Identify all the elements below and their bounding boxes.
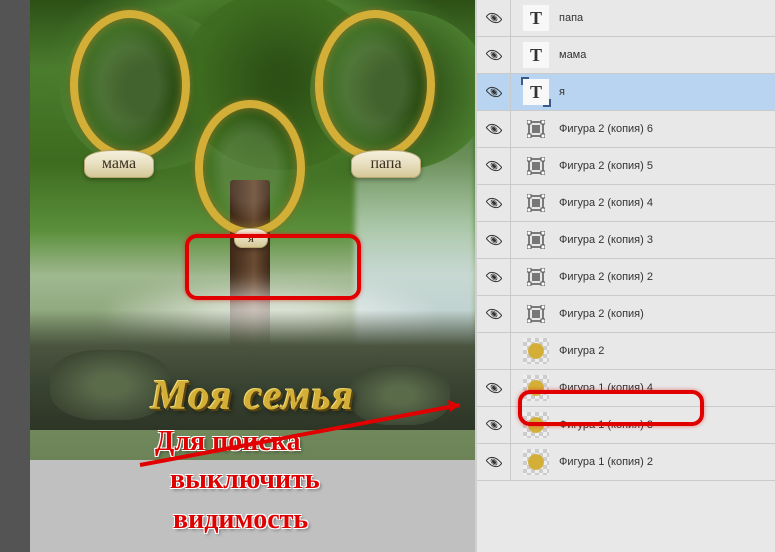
ribbon-mama[interactable]: мама bbox=[84, 150, 154, 178]
layer-thumbnail[interactable] bbox=[523, 301, 549, 327]
photo-frame-mama[interactable] bbox=[70, 10, 190, 160]
image-thumb-icon bbox=[523, 449, 549, 475]
document-canvas[interactable]: мама папа я Моя семья bbox=[30, 0, 475, 460]
layer-visibility-toggle[interactable] bbox=[477, 111, 511, 147]
shape-icon bbox=[527, 120, 545, 138]
layer-visibility-toggle[interactable] bbox=[477, 185, 511, 221]
layer-name-label[interactable]: Фигура 2 (копия) 6 bbox=[559, 123, 653, 135]
layer-row-5[interactable]: Фигура 2 (копия) 4 bbox=[477, 185, 775, 222]
layer-name-label[interactable]: Фигура 2 (копия) 4 bbox=[559, 197, 653, 209]
annotation-highlight-layer bbox=[518, 390, 704, 426]
layer-visibility-toggle[interactable] bbox=[477, 0, 511, 36]
canvas-area[interactable]: мама папа я Моя семья Для поиска выключи… bbox=[0, 0, 475, 552]
photo-frame-papa[interactable] bbox=[315, 10, 435, 160]
layer-name-label[interactable]: Фигура 2 (копия) 2 bbox=[559, 271, 653, 283]
layers-panel[interactable]: TпапаTмамаTяФигура 2 (копия) 6Фигура 2 (… bbox=[475, 0, 775, 552]
layer-thumbnail[interactable] bbox=[523, 338, 549, 364]
eye-icon bbox=[485, 380, 502, 397]
layer-row-2[interactable]: Tя bbox=[477, 74, 775, 111]
shape-icon bbox=[527, 268, 545, 286]
shape-icon bbox=[527, 231, 545, 249]
eye-icon bbox=[485, 158, 502, 175]
layer-name-label[interactable]: папа bbox=[559, 12, 583, 24]
shape-icon bbox=[527, 194, 545, 212]
layer-thumbnail[interactable] bbox=[523, 264, 549, 290]
layer-visibility-toggle[interactable] bbox=[477, 333, 511, 369]
layer-name-label[interactable]: Фигура 2 (копия) 3 bbox=[559, 234, 653, 246]
layer-visibility-toggle[interactable] bbox=[477, 444, 511, 480]
layer-visibility-toggle[interactable] bbox=[477, 148, 511, 184]
image-thumb-icon bbox=[523, 338, 549, 364]
layer-row-12[interactable]: Фигура 1 (копия) 2 bbox=[477, 444, 775, 481]
layer-row-4[interactable]: Фигура 2 (копия) 5 bbox=[477, 148, 775, 185]
eye-icon bbox=[485, 10, 502, 27]
layer-thumbnail[interactable] bbox=[523, 449, 549, 475]
ribbon-papa[interactable]: папа bbox=[351, 150, 421, 178]
eye-icon bbox=[485, 84, 502, 101]
annotation-line-3: видимость bbox=[173, 502, 308, 538]
eye-icon bbox=[485, 306, 502, 323]
layer-row-6[interactable]: Фигура 2 (копия) 3 bbox=[477, 222, 775, 259]
eye-icon bbox=[485, 47, 502, 64]
layer-visibility-toggle[interactable] bbox=[477, 407, 511, 443]
annotation-highlight-canvas bbox=[185, 234, 361, 300]
layer-row-1[interactable]: Tмама bbox=[477, 37, 775, 74]
photo-frame-ya[interactable] bbox=[195, 100, 305, 236]
layer-row-8[interactable]: Фигура 2 (копия) bbox=[477, 296, 775, 333]
layer-row-0[interactable]: Tпапа bbox=[477, 0, 775, 37]
annotation-arrow bbox=[140, 400, 475, 402]
layer-visibility-toggle[interactable] bbox=[477, 222, 511, 258]
layer-thumbnail[interactable] bbox=[523, 190, 549, 216]
eye-icon bbox=[485, 121, 502, 138]
layer-row-7[interactable]: Фигура 2 (копия) 2 bbox=[477, 259, 775, 296]
layer-row-9[interactable]: Фигура 2 bbox=[477, 333, 775, 370]
layer-visibility-toggle[interactable] bbox=[477, 74, 511, 110]
layer-thumbnail[interactable] bbox=[523, 116, 549, 142]
layer-name-label[interactable]: я bbox=[559, 86, 565, 98]
eye-icon bbox=[485, 269, 502, 286]
layer-name-label[interactable]: Фигура 2 (копия) bbox=[559, 308, 644, 320]
layer-name-label[interactable]: Фигура 2 (копия) 5 bbox=[559, 160, 653, 172]
eye-icon bbox=[485, 195, 502, 212]
eye-icon bbox=[485, 232, 502, 249]
layer-name-label[interactable]: Фигура 1 (копия) 2 bbox=[559, 456, 653, 468]
annotation-line-2: выключить bbox=[170, 462, 320, 498]
layer-thumbnail[interactable] bbox=[523, 153, 549, 179]
eye-icon bbox=[485, 454, 502, 471]
layer-name-label[interactable]: Фигура 2 bbox=[559, 345, 604, 357]
layer-visibility-toggle[interactable] bbox=[477, 259, 511, 295]
layer-visibility-toggle[interactable] bbox=[477, 37, 511, 73]
layer-thumbnail[interactable]: T bbox=[523, 42, 549, 68]
layer-thumbnail[interactable]: T bbox=[523, 5, 549, 31]
layer-row-3[interactable]: Фигура 2 (копия) 6 bbox=[477, 111, 775, 148]
layer-visibility-toggle[interactable] bbox=[477, 296, 511, 332]
layer-visibility-toggle[interactable] bbox=[477, 370, 511, 406]
shape-icon bbox=[527, 305, 545, 323]
eye-icon bbox=[485, 417, 502, 434]
layer-thumbnail[interactable] bbox=[523, 227, 549, 253]
shape-icon bbox=[527, 157, 545, 175]
layer-name-label[interactable]: мама bbox=[559, 49, 586, 61]
layer-thumbnail[interactable]: T bbox=[523, 79, 549, 105]
canvas-margin bbox=[0, 0, 30, 552]
